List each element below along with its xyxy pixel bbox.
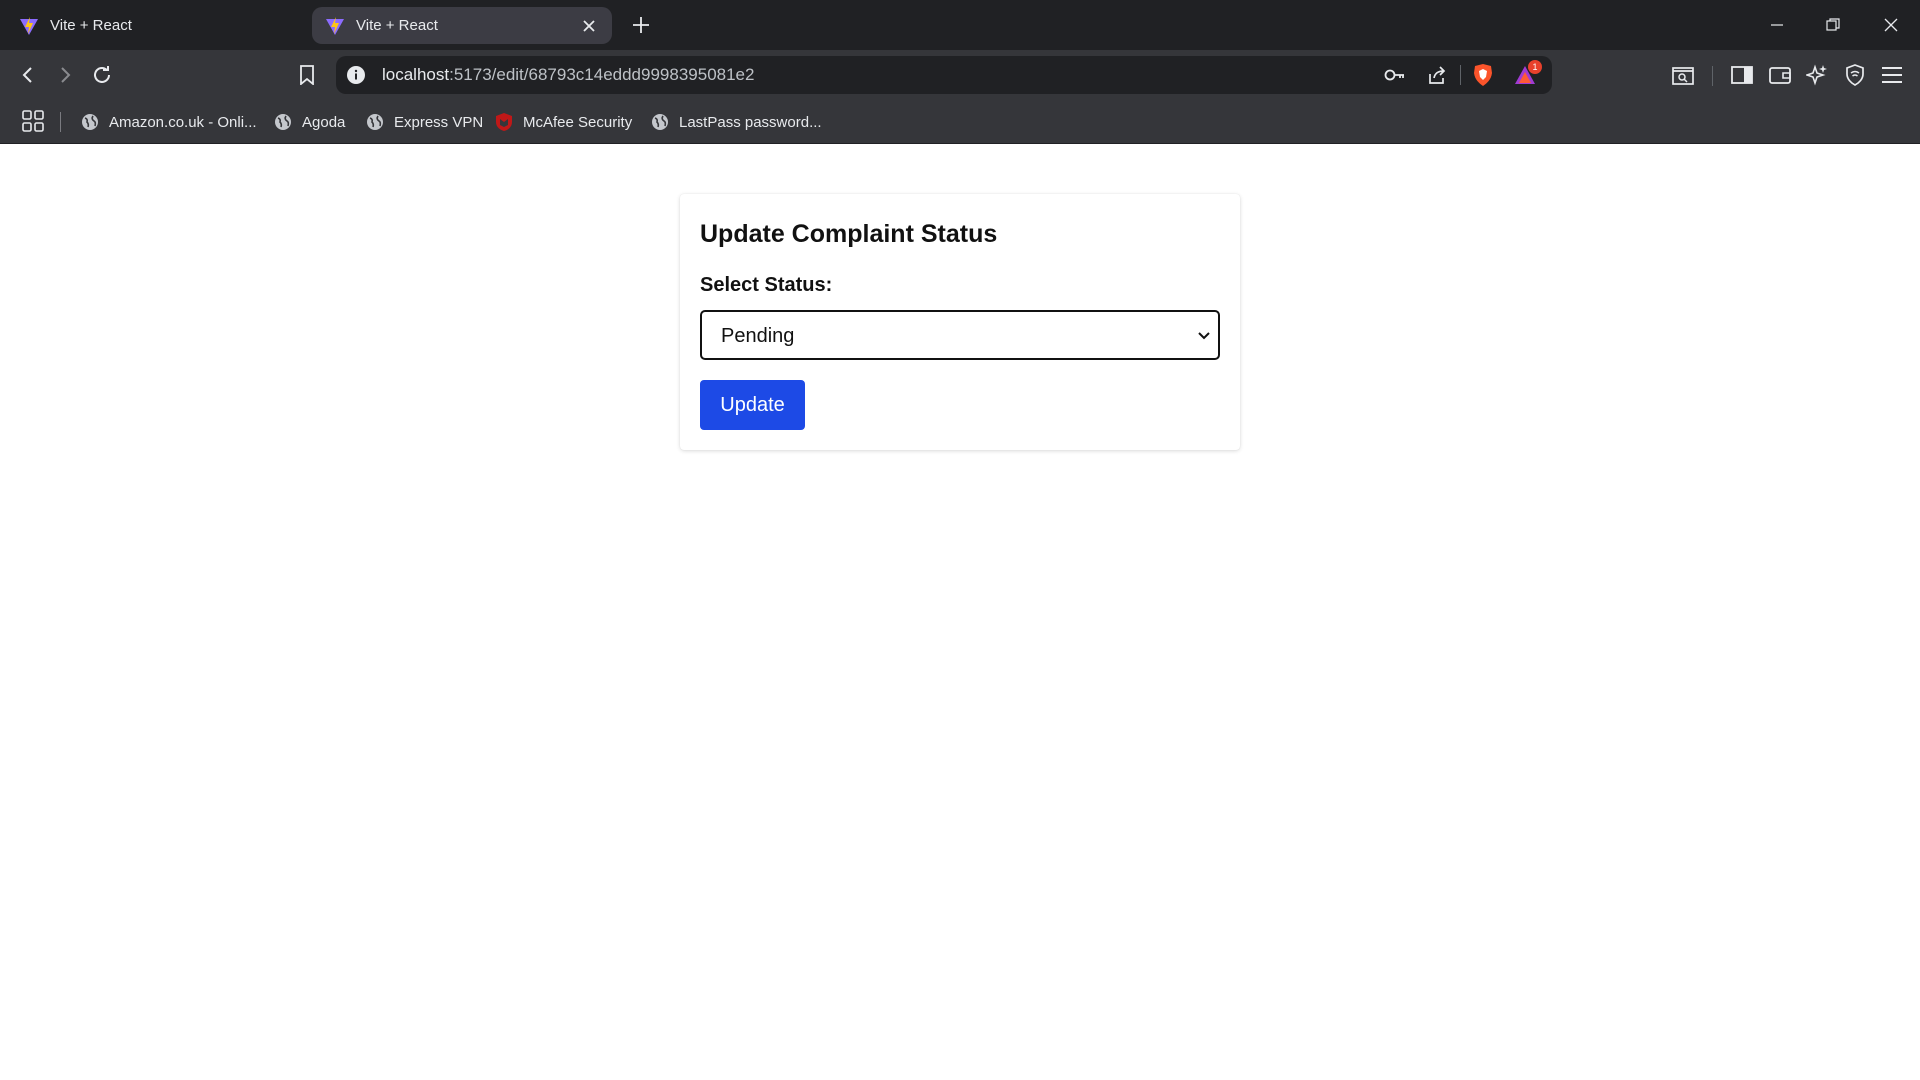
bookmark-agoda[interactable]: Agoda: [273, 110, 345, 134]
brave-rewards-icon[interactable]: 1: [1512, 60, 1542, 88]
status-select[interactable]: Pending: [700, 310, 1220, 360]
close-tab-icon[interactable]: [578, 15, 600, 37]
apps-grid-icon[interactable]: [20, 108, 46, 134]
form-title: Update Complaint Status: [700, 220, 998, 248]
brave-shields-icon[interactable]: [1470, 62, 1496, 88]
omnibox-divider: [1460, 65, 1461, 85]
notification-badge: 1: [1528, 60, 1542, 74]
bookmark-mcafee[interactable]: McAfee Security: [494, 110, 632, 134]
bookmark-label: Agoda: [302, 113, 346, 131]
update-button[interactable]: Update: [700, 380, 805, 430]
globe-icon: [273, 112, 293, 132]
globe-icon: [80, 112, 100, 132]
tab-title: Vite + React: [50, 17, 132, 34]
bookmark-amazon[interactable]: Amazon.co.uk - Onli...: [80, 110, 257, 134]
bookmark-icon[interactable]: [292, 60, 322, 90]
bookmark-label: McAfee Security: [523, 113, 633, 131]
globe-icon: [365, 112, 385, 132]
update-status-card: Update Complaint Status Select Status: P…: [680, 194, 1240, 450]
browser-tab-2[interactable]: Vite + React: [312, 7, 612, 44]
globe-icon: [650, 112, 670, 132]
tab-strip: Vite + React Vite + React: [0, 0, 1920, 50]
site-info-icon[interactable]: [344, 63, 368, 87]
bookmark-label: Amazon.co.uk - Onli...: [109, 113, 257, 131]
minimize-window-icon[interactable]: [1762, 10, 1792, 40]
status-label: Select Status:: [700, 274, 833, 296]
toolbar-divider: [1712, 66, 1713, 86]
url-path: :5173/edit/68793c14eddd9998395081e2: [449, 65, 755, 84]
vite-logo-icon: [324, 15, 346, 37]
bookmark-label: LastPass password...: [679, 113, 822, 131]
back-arrow-icon[interactable]: [13, 60, 43, 90]
page-content: Update Complaint Status Select Status: P…: [0, 144, 1920, 1080]
password-key-icon[interactable]: [1382, 62, 1408, 88]
url-host: localhost: [382, 65, 450, 84]
tab-search-icon[interactable]: [1668, 60, 1698, 90]
bookmarks-bar: Amazon.co.uk - Onli... Agoda Express VPN…: [0, 100, 1920, 144]
bookmark-lastpass[interactable]: LastPass password...: [650, 110, 822, 134]
tab-title: Vite + React: [356, 17, 438, 34]
share-icon[interactable]: [1424, 62, 1450, 88]
url-text[interactable]: localhost:5173/edit/68793c14eddd99983950…: [382, 65, 754, 85]
address-bar[interactable]: localhost:5173/edit/68793c14eddd99983950…: [336, 56, 1552, 94]
browser-tab-1[interactable]: Vite + React: [6, 7, 306, 44]
sidebar-toggle-icon[interactable]: [1727, 60, 1757, 90]
bookmark-label: Express VPN: [394, 113, 484, 131]
reload-icon[interactable]: [87, 60, 117, 90]
forward-arrow-icon[interactable]: [50, 60, 80, 90]
vpn-shield-icon[interactable]: [1840, 60, 1870, 90]
new-tab-button[interactable]: [628, 12, 654, 38]
vite-logo-icon: [18, 15, 40, 37]
leo-ai-icon[interactable]: [1802, 60, 1832, 90]
restore-window-icon[interactable]: [1818, 10, 1848, 40]
menu-icon[interactable]: [1877, 60, 1907, 90]
wallet-icon[interactable]: [1765, 60, 1795, 90]
mcafee-shield-icon: [494, 112, 514, 132]
status-selected-value: Pending: [721, 325, 795, 347]
browser-toolbar: localhost:5173/edit/68793c14eddd99983950…: [0, 50, 1920, 100]
close-window-icon[interactable]: [1876, 10, 1906, 40]
bookmark-express-vpn[interactable]: Express VPN: [365, 110, 483, 134]
bookmarks-divider: [60, 112, 61, 132]
chevron-down-icon: [1196, 327, 1212, 343]
